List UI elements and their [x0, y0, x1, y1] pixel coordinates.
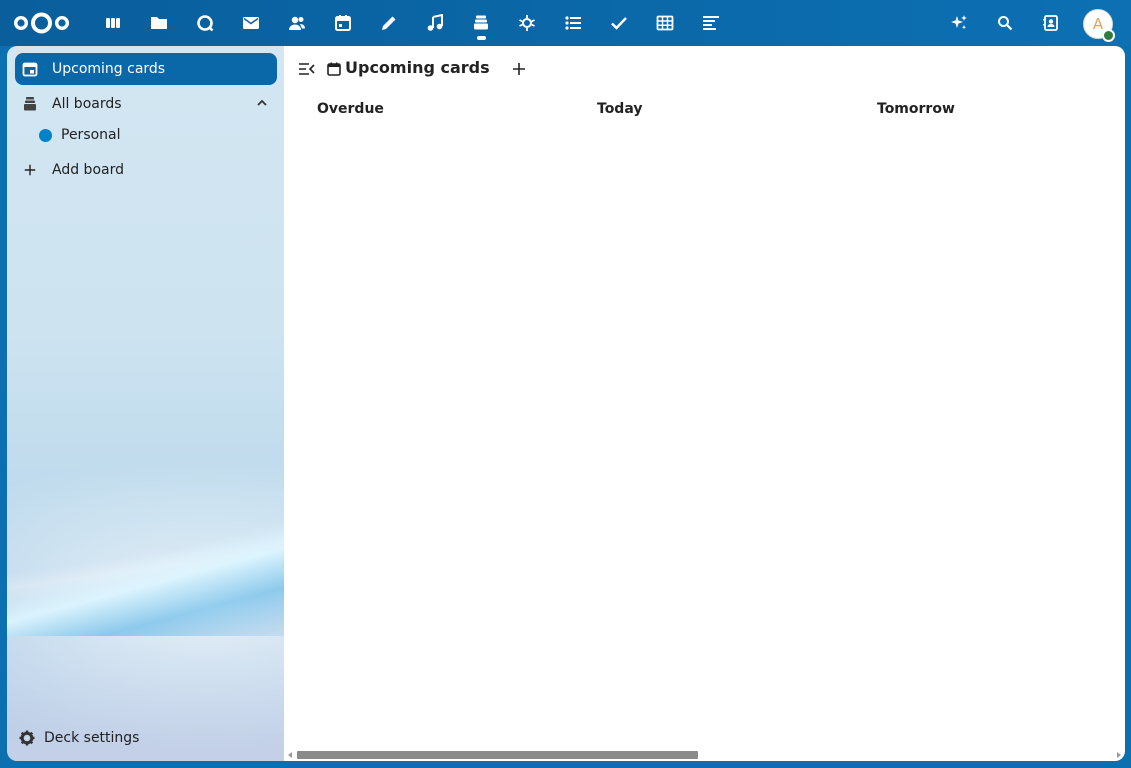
sidebar-item-all-boards[interactable]: All boards	[15, 88, 277, 120]
deck-boards-icon	[21, 95, 39, 113]
chevron-up-icon[interactable]	[255, 96, 269, 110]
talk-icon[interactable]	[186, 4, 224, 42]
column-overdue-header: Overdue	[317, 101, 384, 117]
sidebar-item-label: All boards	[52, 96, 122, 112]
menu-collapse-icon[interactable]	[298, 60, 316, 78]
gear-icon	[19, 730, 35, 746]
nextcloud-logo-icon[interactable]	[13, 10, 70, 36]
search-icon[interactable]	[986, 4, 1024, 42]
calendar-icon	[327, 62, 341, 76]
scroll-right-icon[interactable]	[1117, 752, 1121, 758]
activity-icon[interactable]	[692, 4, 730, 42]
add-board-button[interactable]: Add board	[15, 154, 277, 186]
notes-icon[interactable]	[370, 4, 408, 42]
deck-settings-label: Deck settings	[44, 730, 140, 746]
contacts-icon[interactable]	[278, 4, 316, 42]
online-status-icon	[1102, 29, 1115, 42]
scroll-left-icon[interactable]	[288, 752, 292, 758]
files-icon[interactable]	[140, 4, 178, 42]
board-color-icon	[39, 128, 52, 142]
plus-icon	[21, 161, 39, 179]
scrollbar-thumb[interactable]	[297, 751, 698, 759]
top-header: A	[0, 0, 1131, 46]
calendar-icon[interactable]	[324, 4, 362, 42]
column-tomorrow-header: Tomorrow	[877, 101, 955, 117]
sidebar-item-label: Upcoming cards	[52, 61, 166, 77]
tasks-list-icon[interactable]	[554, 4, 592, 42]
horizontal-scrollbar[interactable]	[284, 747, 1125, 761]
main-content: Upcoming cards Overdue Today Tomorrow	[284, 46, 1125, 761]
page-title: Upcoming cards	[345, 58, 490, 77]
dashboard-icon[interactable]	[94, 4, 132, 42]
assistant-icon[interactable]	[508, 4, 546, 42]
sidebar-item-board-personal[interactable]: Personal	[15, 119, 277, 151]
app-navigation: Upcoming cards All boards Personal Add b…	[7, 46, 284, 761]
deck-settings-button[interactable]: Deck settings	[19, 724, 139, 752]
table-icon[interactable]	[646, 4, 684, 42]
music-icon[interactable]	[416, 4, 454, 42]
add-icon[interactable]	[511, 61, 527, 77]
sidebar-item-upcoming-cards[interactable]: Upcoming cards	[15, 53, 277, 85]
add-board-label: Add board	[52, 162, 124, 178]
sidebar-item-label: Personal	[61, 127, 121, 143]
avatar-initial: A	[1092, 15, 1104, 33]
contacts-menu-icon[interactable]	[1032, 4, 1070, 42]
calendar-today-icon	[21, 60, 39, 78]
checkmark-icon[interactable]	[600, 4, 638, 42]
column-today-header: Today	[597, 101, 643, 117]
sparkle-icon[interactable]	[940, 4, 978, 42]
deck-icon[interactable]	[462, 4, 500, 42]
mail-icon[interactable]	[232, 4, 270, 42]
